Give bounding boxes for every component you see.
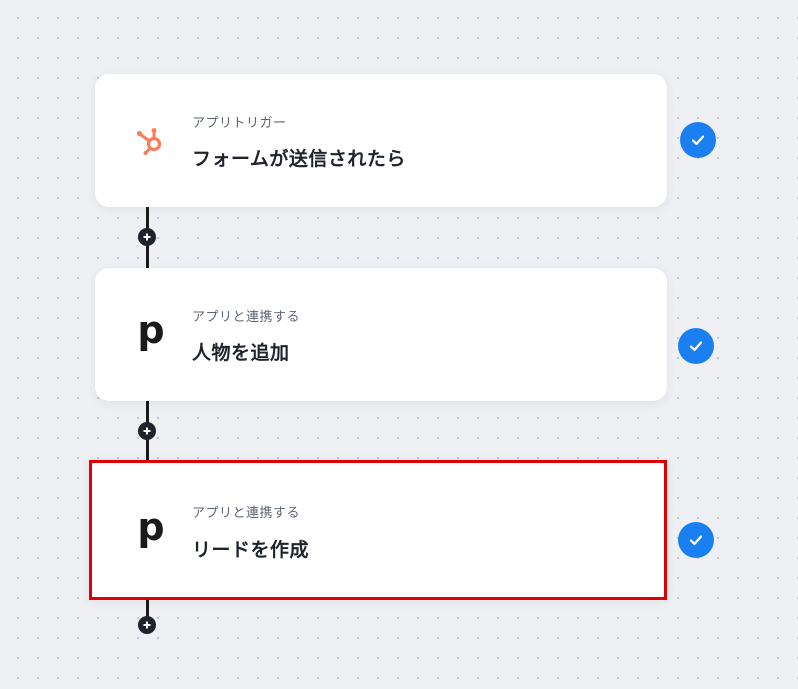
check-icon: [680, 122, 716, 158]
pipedrive-logo-letter: p: [137, 505, 165, 549]
workflow-canvas: アプリトリガー フォームが送信されたら p アプリと連携する 人物を追加 p ア…: [0, 0, 798, 689]
step-subtitle: アプリと連携する: [192, 310, 301, 325]
step-card-add-person[interactable]: p アプリと連携する 人物を追加: [95, 268, 667, 401]
plus-icon: [143, 621, 151, 629]
check-icon: [678, 522, 714, 558]
hubspot-icon: [131, 120, 171, 160]
step-card-create-lead[interactable]: p アプリと連携する リードを作成: [89, 460, 667, 600]
add-step-button[interactable]: [138, 616, 156, 634]
step-subtitle: アプリトリガー: [192, 116, 287, 131]
pipedrive-icon: p: [131, 308, 171, 354]
pipedrive-icon: p: [131, 505, 171, 551]
step-card-trigger[interactable]: アプリトリガー フォームが送信されたら: [95, 74, 667, 207]
step-subtitle: アプリと連携する: [192, 506, 301, 521]
check-icon: [678, 328, 714, 364]
step-title: 人物を追加: [192, 342, 290, 364]
step-title: フォームが送信されたら: [192, 148, 406, 170]
pipedrive-logo-letter: p: [137, 308, 165, 352]
plus-icon: [143, 427, 151, 435]
add-step-button[interactable]: [138, 228, 156, 246]
plus-icon: [143, 233, 151, 241]
add-step-button[interactable]: [138, 422, 156, 440]
step-title: リードを作成: [192, 539, 310, 561]
